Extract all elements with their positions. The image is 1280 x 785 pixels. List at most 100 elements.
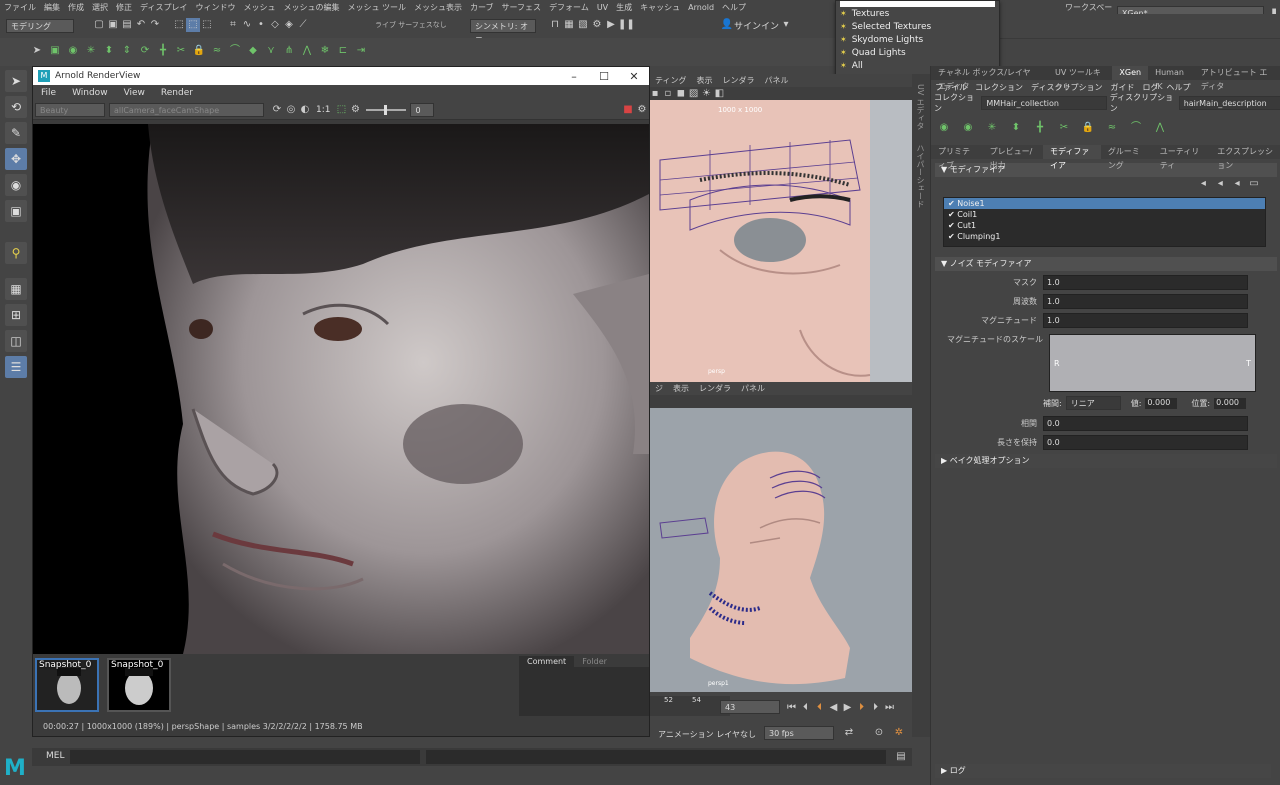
description-dropdown[interactable]: hairMain_description (1178, 96, 1280, 110)
menu-deform[interactable]: デフォーム (545, 2, 593, 13)
menu-mesh-tools[interactable]: メッシュ ツール (343, 2, 410, 13)
tab-hypershade[interactable]: ハイパーシェード (915, 144, 926, 208)
arnold-menu-window[interactable]: Window (64, 88, 116, 98)
exposure-slider[interactable] (366, 105, 407, 115)
groom-clump-icon[interactable]: ⋀ (300, 44, 314, 58)
preview-eye-icon[interactable]: ◉ (961, 121, 975, 135)
groom-freeze-icon[interactable]: ❄ (318, 44, 332, 58)
lasso-icon[interactable]: ⟲ (5, 96, 27, 118)
menu-windows[interactable]: ウィンドウ (191, 2, 239, 13)
snap-point-icon[interactable]: • (254, 18, 268, 32)
menu-modify[interactable]: 修正 (112, 2, 136, 13)
render-image[interactable] (33, 124, 649, 654)
close-icon[interactable]: ✕ (619, 70, 649, 83)
viewport-menu-renderer[interactable]: レンダラ (694, 383, 736, 394)
guide-length-icon[interactable]: ╋ (156, 44, 170, 58)
ipr-render-icon[interactable]: ▧ (576, 18, 590, 32)
groom-width-icon[interactable]: ⊏ (336, 44, 350, 58)
groom-brush-icon[interactable]: ⋎ (264, 44, 278, 58)
time-slider[interactable]: 52 54 (650, 696, 730, 716)
move-tool-icon[interactable]: ✥ (5, 148, 27, 170)
menu-create[interactable]: 作成 (64, 2, 88, 13)
snap-curve-icon[interactable]: ∿ (240, 18, 254, 32)
xgen-icon[interactable]: ▣ (48, 44, 62, 58)
add-modifier-icon[interactable]: ◂ (1196, 177, 1210, 191)
guide-scale-icon[interactable]: ⇕ (120, 44, 134, 58)
scale-guide-icon[interactable]: ⋀ (1153, 121, 1167, 135)
step-forward-key-icon[interactable]: ⏵ (869, 701, 882, 715)
bake-section-header[interactable]: ▶ ベイク処理オプション (935, 454, 1277, 468)
arnold-menu-render[interactable]: Render (153, 88, 201, 98)
groom-export-icon[interactable]: ⇥ (354, 44, 368, 58)
redo-icon[interactable]: ↷ (148, 18, 162, 32)
magnitude-field[interactable]: 1.0 (1043, 313, 1248, 328)
persp1-viewport[interactable]: persp1 (650, 408, 912, 692)
play-back-icon[interactable]: ◀ (827, 701, 840, 715)
popup-item-selected-textures[interactable]: ✶ Selected Textures (836, 20, 999, 33)
tab-xgen[interactable]: XGen (1112, 66, 1149, 80)
exposure-icon[interactable]: ⚙ (348, 103, 362, 117)
save-scene-icon[interactable]: ▤ (120, 18, 134, 32)
move-up-icon[interactable]: ◂ (1213, 177, 1227, 191)
script-editor-icon[interactable]: ▤ (894, 750, 908, 764)
minimize-icon[interactable]: – (559, 70, 589, 83)
menu-mesh[interactable]: メッシュ (239, 2, 279, 13)
textured-icon[interactable]: ▨ (689, 87, 699, 101)
snap-edge-icon[interactable]: ⟋ (296, 18, 310, 32)
noise-section-header[interactable]: ▼ ノイズ モディファイア (935, 257, 1277, 271)
wireframe-icon[interactable]: ▫ (663, 87, 673, 101)
menu-file[interactable]: ファイル (0, 2, 40, 13)
smooth-shade-icon[interactable]: ◼ (676, 87, 686, 101)
sound-icon[interactable]: ⊙ (872, 726, 886, 740)
preserve-length-field[interactable]: 0.0 (1043, 435, 1248, 450)
menu-help[interactable]: ヘルプ (718, 2, 750, 13)
subtab-modifiers[interactable]: モディファイア (1042, 145, 1101, 170)
select-object-icon[interactable]: ⬚ (186, 18, 200, 32)
guide-cut-icon[interactable]: ✂ (174, 44, 188, 58)
popup-item-skydome-lights[interactable]: ✶ Skydome Lights (836, 33, 999, 46)
aov-dropdown[interactable]: Beauty (35, 103, 105, 117)
step-back-key-icon[interactable]: ⏴ (799, 701, 812, 715)
viewport-menu-lighting[interactable]: ジ (650, 383, 668, 394)
frequency-field[interactable]: 1.0 (1043, 294, 1248, 309)
ratio-label[interactable]: 1:1 (316, 105, 330, 115)
refresh-icon[interactable]: ⟳ (270, 103, 284, 117)
length-guide-icon[interactable]: ╋ (1033, 121, 1047, 135)
live-surface-label[interactable]: ライブ サーフェスなし (375, 20, 447, 30)
stop-render-icon[interactable]: ■ (621, 103, 635, 117)
render-frame-icon[interactable]: ▦ (562, 18, 576, 32)
magnitude-ramp[interactable]: R T (1049, 334, 1256, 392)
groom-comb-icon[interactable]: ⋔ (282, 44, 296, 58)
magnet-icon[interactable]: ⊓ (548, 18, 562, 32)
isolate-icon[interactable]: ◧ (714, 87, 724, 101)
guide-move-icon[interactable]: ⬍ (102, 44, 116, 58)
viewport-menu-show[interactable]: 表示 (692, 75, 718, 86)
goto-end-icon[interactable]: ⏭ (883, 701, 896, 715)
guide-bend-icon[interactable]: ⌒ (228, 44, 242, 58)
goto-start-icon[interactable]: ⏮ (785, 701, 798, 715)
tab-channel-box[interactable]: チャネル ボックス/レイヤ エディタ (931, 66, 1048, 91)
groom-layers-icon[interactable]: ◆ (246, 44, 260, 58)
open-scene-icon[interactable]: ▣ (106, 18, 120, 32)
cut-guide-icon[interactable]: ✂ (1057, 121, 1071, 135)
menu-generate[interactable]: 生成 (612, 2, 636, 13)
settings-gear-icon[interactable]: ⚙ (635, 103, 649, 117)
camera-dropdown[interactable]: allCamera_faceCamShape (109, 103, 264, 117)
select-tool-icon[interactable]: ➤ (30, 44, 44, 58)
paint-select-icon[interactable]: ✎ (5, 122, 27, 144)
camera-icon[interactable]: ▪ (650, 87, 660, 101)
current-frame-field[interactable]: 43 (720, 700, 780, 714)
select-hierarchy-icon[interactable]: ⬚ (172, 18, 186, 32)
list-item[interactable]: ✔ Noise1 (944, 198, 1265, 209)
move-guide-icon[interactable]: ⬍ (1009, 121, 1023, 135)
undo-icon[interactable]: ↶ (134, 18, 148, 32)
fps-dropdown[interactable]: 30 fps (764, 726, 834, 740)
bend-guide-icon[interactable]: ⌒ (1129, 121, 1143, 135)
tab-uv-toolkit[interactable]: UV ツールキット (1048, 66, 1112, 91)
persp-viewport[interactable]: 1000 x 1000 persp (650, 100, 912, 382)
mel-label[interactable]: MEL (46, 751, 64, 761)
menu-surfaces[interactable]: サーフェス (498, 2, 546, 13)
tab-comment[interactable]: Comment (519, 656, 575, 667)
lights-icon[interactable]: ☀ (702, 87, 712, 101)
menu-display[interactable]: ディスプレイ (136, 2, 191, 13)
